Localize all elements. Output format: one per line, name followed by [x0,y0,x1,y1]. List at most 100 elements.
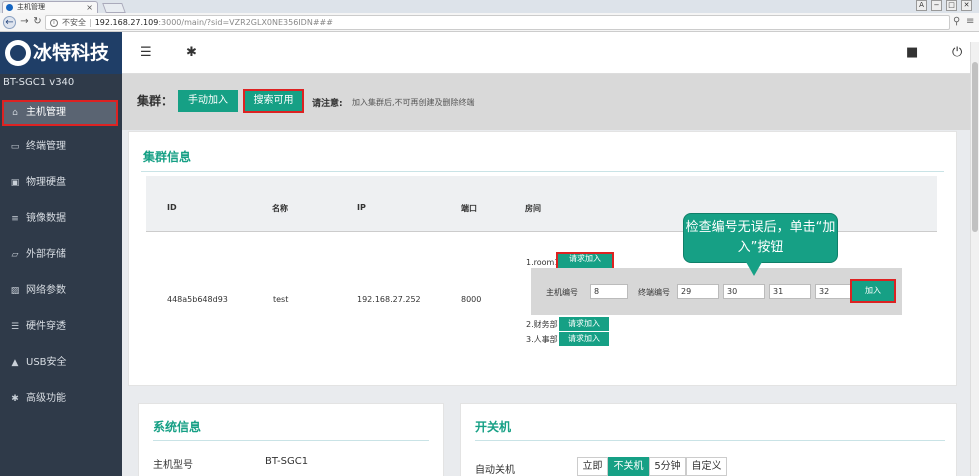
brand-logo[interactable]: 冰特科技 [0,32,122,74]
auto-shutdown-label: 自动关机 [475,465,515,476]
room-3-label: 3.人事部 [526,335,558,344]
sidebar-item-host-management[interactable]: ⌂ 主机管理 [2,100,118,126]
menu-icon[interactable]: ≡ [966,16,974,27]
logo-icon [5,40,31,66]
url-separator: | [89,18,92,27]
sidebar-item-physical-disk[interactable]: ▣ 物理硬盘 [0,170,122,196]
sidebar-item-label: 高级功能 [26,393,66,404]
scrollbar-thumb[interactable] [972,62,978,232]
settings-gear-icon[interactable]: ✱ [186,45,197,60]
power-title: 开关机 [475,420,512,434]
sidebar-item-label: 网络参数 [26,285,66,296]
room-2-label: 2.财务部 [526,320,558,329]
divider [153,440,429,441]
lock-icon[interactable]: ■ [906,45,918,60]
sidebar-item-label: 硬件穿透 [26,321,66,332]
join-button[interactable]: 加入 [850,279,896,303]
sidebar: BT-SGC1 v340 ⌂ 主机管理 ▭ 终端管理 ▣ 物理硬盘 ≡ 镜像数据… [0,74,122,476]
instruction-callout: 检查编号无误后，单击“加入”按钮 [683,213,838,276]
notice-label: 请注意: [312,99,343,109]
callout-text: 检查编号无误后，单击“加入”按钮 [685,220,836,255]
gear-icon: ✱ [11,394,19,404]
maximize-button[interactable]: □ [946,0,957,11]
browser-tab[interactable]: 主机管理 × [2,1,98,13]
sidebar-item-network[interactable]: ▨ 网络参数 [0,278,122,304]
sidebar-item-terminal-management[interactable]: ▭ 终端管理 [0,134,122,160]
url-input[interactable]: i 不安全 | 192.168.27.109:3000/main/?sid=VZR2… [45,15,950,30]
notice-text: 加入集群后,不可再创建及删除终端 [352,98,475,107]
cell-id: 448a5b648d93 [167,295,228,304]
sidebar-item-usb-security[interactable]: ▲ USB安全 [0,350,122,376]
terminal-number-input-2[interactable]: 30 [723,284,765,299]
database-icon: ≡ [11,214,19,224]
menu-toggle-icon[interactable]: ☰ [140,45,152,60]
forward-arrow-icon[interactable]: → [18,16,31,29]
sidebar-item-advanced[interactable]: ✱ 高级功能 [0,386,122,412]
new-tab-button[interactable] [102,3,126,13]
address-bar: ← → ↻ i 不安全 | 192.168.27.109:3000/main/?si… [0,13,979,32]
sidebar-item-label: 终端管理 [26,141,66,152]
favicon-icon [6,4,13,11]
terminal-number-label: 终端编号 [638,288,670,297]
divider [141,171,944,172]
host-number-row: 主机编号 8 终端编号 29 30 31 32 加入 [531,268,902,315]
room-2-request-join-button[interactable]: 请求加入 [559,317,609,331]
sidebar-item-label: 镜像数据 [26,213,66,224]
host-number-input[interactable]: 8 [590,284,628,299]
list-icon: ☰ [10,322,20,332]
home-icon: ⌂ [12,108,18,118]
monitor-icon: ▭ [10,142,20,152]
manual-join-button[interactable]: 手动加入 [178,90,238,112]
sidebar-item-hardware-passthrough[interactable]: ☰ 硬件穿透 [0,314,122,340]
sidebar-item-label: 物理硬盘 [26,177,66,188]
sidebar-item-image-data[interactable]: ≡ 镜像数据 [0,206,122,232]
cluster-info-title: 集群信息 [143,150,192,164]
room-1-label: 1.room1 [526,258,560,267]
shutdown-option-now[interactable]: 立即 [577,457,608,476]
shutdown-option-5min[interactable]: 5分钟 [649,457,686,476]
back-arrow-icon[interactable]: ← [3,16,16,29]
url-security-label: 不安全 [62,18,86,27]
model-value: BT-SGC1 [265,456,309,467]
system-info-panel: 系统信息 主机型号 BT-SGC1 [138,403,444,476]
cluster-toolbar: 集群： 手动加入 搜索可用 请注意: 加入集群后,不可再创建及删除终端 [122,74,970,130]
search-available-button[interactable]: 搜索可用 [243,89,304,113]
shutdown-option-never[interactable]: 不关机 [608,457,649,476]
device-version: BT-SGC1 v340 [3,77,75,88]
cell-ip: 192.168.27.252 [357,295,421,304]
folder-icon: ▱ [11,250,19,260]
page-scrollbar[interactable] [970,42,979,476]
system-info-title: 系统信息 [153,420,202,434]
tab-title: 主机管理 [17,3,45,11]
terminal-number-input-1[interactable]: 29 [677,284,719,299]
sidebar-item-label: USB安全 [26,357,67,368]
power-icon[interactable]: ⏻ [952,45,962,60]
model-label: 主机型号 [153,460,193,471]
sidebar-item-external-storage[interactable]: ▱ 外部存储 [0,242,122,268]
close-window-button[interactable]: ✕ [961,0,972,11]
reload-icon[interactable]: ↻ [31,16,44,29]
lock-icon: ▲ [11,358,19,368]
disk-icon: ▣ [10,178,20,188]
column-header-port: 端口 [461,204,477,213]
cell-name: test [273,295,289,304]
terminal-number-input-3[interactable]: 31 [769,284,811,299]
sidebar-item-label: 外部存储 [26,249,66,260]
zoom-icon[interactable]: ⚲ [953,16,960,27]
column-header-id: ID [167,203,177,212]
profile-button[interactable]: A [916,0,927,11]
browser-tab-bar: 主机管理 × A − □ ✕ [0,0,979,13]
shutdown-option-custom[interactable]: 自定义 [686,457,727,476]
main-content: 集群： 手动加入 搜索可用 请注意: 加入集群后,不可再创建及删除终端 集群信息… [122,74,970,476]
column-header-room: 房间 [525,204,541,213]
url-path: :3000/main/?sid=VZR2GLX0NE356IDN### [158,18,333,27]
info-icon[interactable]: i [50,19,58,27]
tab-close-icon[interactable]: × [86,2,93,13]
column-header-name: 名称 [272,204,288,213]
cluster-title: 集群： [137,94,174,108]
column-header-ip: IP [357,203,366,212]
divider [475,440,945,441]
room-3-request-join-button[interactable]: 请求加入 [559,332,609,346]
host-number-label: 主机编号 [546,288,578,297]
minimize-button[interactable]: − [931,0,942,11]
